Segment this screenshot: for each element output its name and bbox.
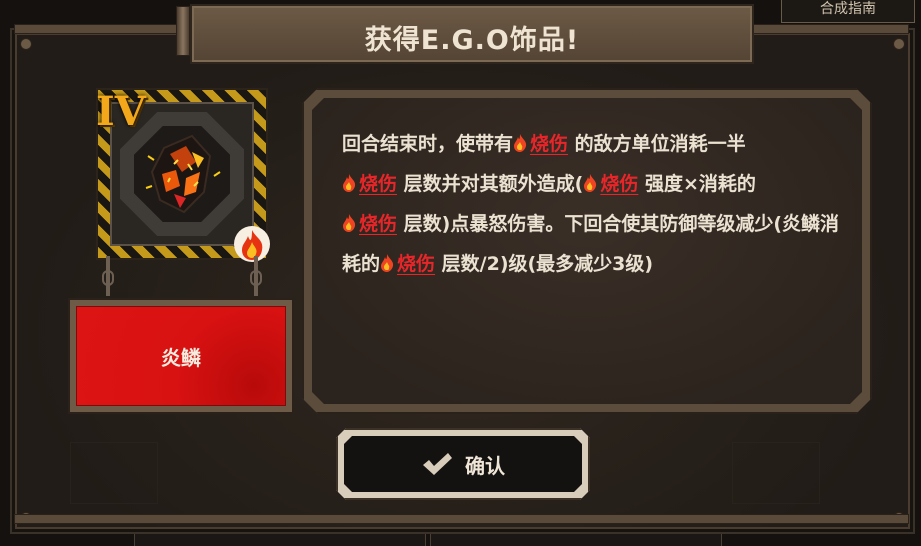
description-frame: 回合结束时，使带有 烧伤 的敌方单位消耗一半 烧伤 层数并对其额外造成(烧伤 强度×…: [302, 88, 872, 414]
confirm-button-inner[interactable]: 确认: [344, 436, 582, 492]
item-name: 炎鳞: [76, 306, 286, 406]
keyword-burn[interactable]: 烧伤: [359, 173, 397, 195]
chain-ring: [250, 270, 262, 286]
frame-bar: [752, 24, 909, 34]
fire-icon: [380, 254, 394, 272]
confirm-label: 确认: [465, 453, 505, 478]
fire-icon: [342, 214, 356, 232]
desc-seg: 层数/2)级(最多减少3级): [441, 253, 654, 275]
keyword-burn[interactable]: 烧伤: [359, 213, 397, 235]
ghost-slot: [70, 442, 158, 504]
description-text: 回合结束时，使带有 烧伤 的敌方单位消耗一半 烧伤 层数并对其额外造成(烧伤 强度×…: [342, 124, 842, 284]
fire-icon: [234, 226, 270, 262]
desc-seg: 层数并对其额外造成(: [403, 173, 584, 195]
item-octagon-inner: [134, 126, 230, 222]
keyword-burn[interactable]: 烧伤: [397, 253, 435, 275]
rivet: [20, 38, 32, 50]
fire-icon: [513, 134, 527, 152]
frame-bar: [14, 514, 909, 524]
chain-ring: [102, 270, 114, 286]
title-plate: 获得E.G.O饰品!: [190, 4, 754, 64]
desc-seg: 的敌方单位消耗一半: [574, 133, 746, 155]
burning-scale-icon: [145, 134, 221, 214]
item-name-frame: 炎鳞: [68, 298, 294, 414]
fire-icon: [342, 174, 356, 192]
dialog-title: 获得E.G.O饰品!: [364, 25, 580, 56]
frame-bar: [14, 24, 188, 34]
item-card: IV: [96, 88, 270, 262]
title-post: [176, 6, 190, 56]
description-box: 回合结束时，使带有 烧伤 的敌方单位消耗一半 烧伤 层数并对其额外造成(烧伤 强度×…: [312, 98, 862, 404]
guide-button[interactable]: 合成指南: [781, 0, 915, 23]
keyword-burn[interactable]: 烧伤: [530, 133, 568, 155]
checkmark-icon: [421, 451, 453, 477]
rank-label: IV: [96, 88, 146, 135]
confirm-button[interactable]: 确认: [336, 428, 590, 500]
desc-seg: 强度×消耗的: [644, 173, 756, 195]
fire-icon: [583, 174, 597, 192]
rivet: [893, 38, 905, 50]
ghost-slot: [732, 442, 820, 504]
desc-seg: 回合结束时，使带有: [342, 133, 514, 155]
keyword-burn[interactable]: 烧伤: [600, 173, 638, 195]
